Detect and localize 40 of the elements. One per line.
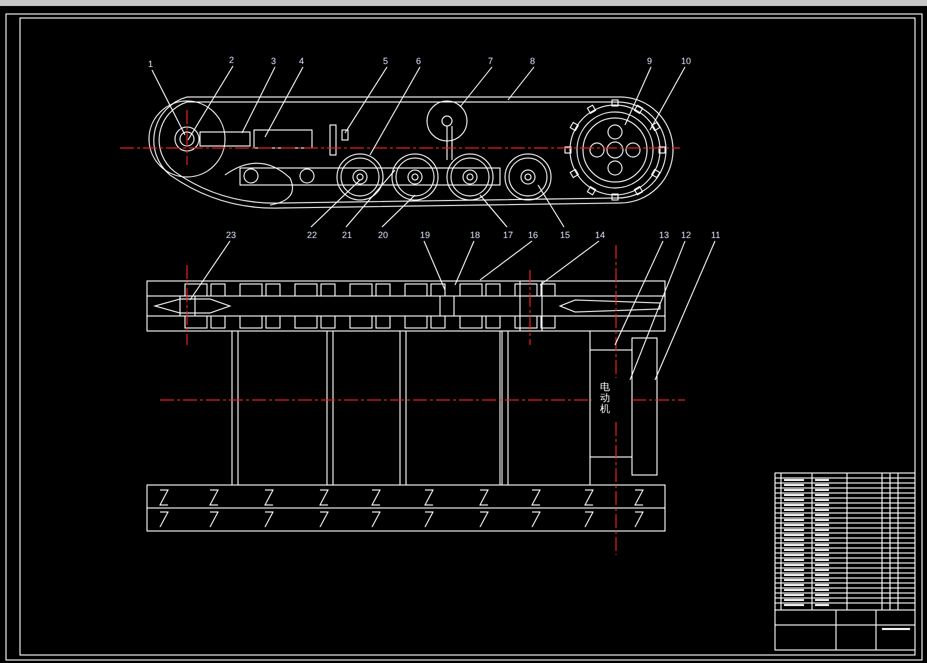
leader-line (310, 180, 360, 228)
part-number-label: 8 (530, 56, 536, 66)
part-number-label: 15 (560, 230, 570, 240)
part-number-label: 18 (470, 230, 480, 240)
part-number-label: 22 (307, 230, 318, 240)
part-number-label: 1 (148, 59, 154, 69)
leader-line (480, 194, 508, 228)
part-number-label: 23 (226, 230, 236, 240)
leader-line (508, 66, 534, 100)
part-number-label: 19 (420, 230, 430, 240)
part-number-label: 10 (681, 56, 692, 66)
leader-line (152, 70, 186, 136)
leader-line (424, 240, 446, 290)
part-number-label: 9 (647, 56, 652, 66)
leader-line (190, 240, 230, 300)
part-number-label: 16 (528, 230, 538, 240)
leader-line (650, 66, 686, 130)
part-number-label: 3 (271, 56, 276, 66)
part-number-label: 17 (503, 230, 514, 240)
leader-line (460, 66, 492, 108)
part-number-label: 11 (711, 230, 720, 240)
part-number-label: 7 (488, 56, 494, 66)
part-number-label: 2 (229, 55, 234, 65)
part-number-label: 12 (681, 230, 692, 240)
leader-line (538, 184, 564, 228)
motor-label: 电动机 (600, 382, 610, 415)
leader-line (264, 66, 304, 138)
part-number-label: 5 (383, 56, 388, 66)
leader-line (540, 240, 600, 286)
part-number-label: 21 (342, 230, 352, 240)
leader-line (242, 66, 276, 134)
leader-line (624, 66, 652, 126)
leader-line (454, 240, 474, 286)
leader-line (480, 240, 532, 280)
part-number-label: 14 (595, 230, 606, 240)
part-number-label: 13 (659, 230, 670, 240)
part-number-label: 6 (416, 56, 422, 66)
part-number-label: 20 (378, 230, 388, 240)
part-number-label: 4 (299, 56, 304, 66)
leader-line (344, 66, 388, 134)
